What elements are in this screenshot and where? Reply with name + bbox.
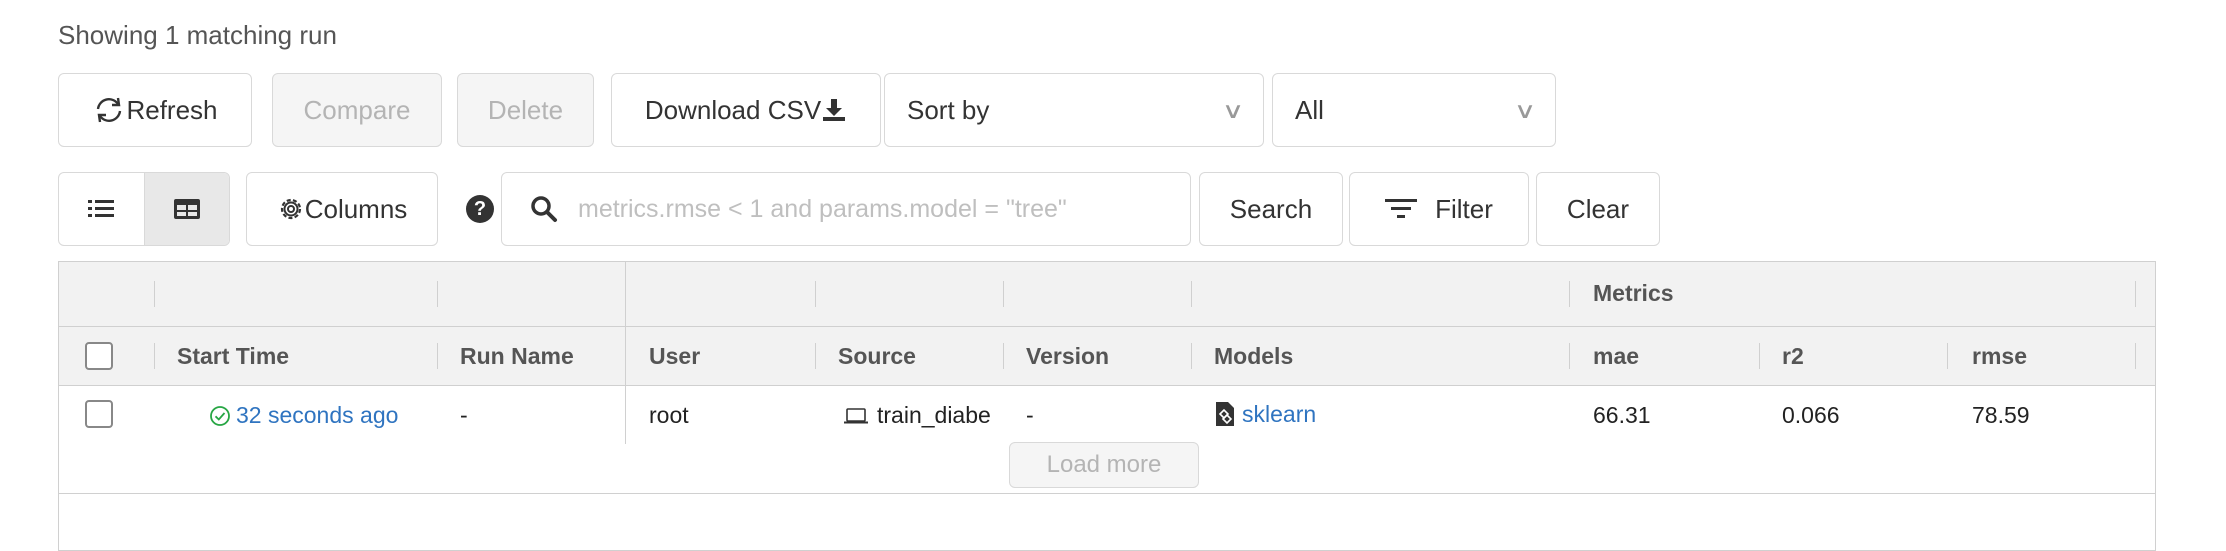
list-view-icon [87, 197, 115, 221]
run-state-select[interactable]: All ∨ [1272, 73, 1556, 147]
filter-label: Filter [1435, 193, 1493, 224]
column-divider [625, 262, 626, 326]
refresh-icon [92, 95, 126, 125]
table-view-button[interactable] [143, 173, 229, 245]
runs-page: Showing 1 matching run Refresh Compare D… [0, 0, 2226, 551]
column-divider [625, 327, 626, 385]
help-icon[interactable]: ? [466, 195, 494, 223]
laptop-icon [843, 406, 869, 426]
column-divider [815, 281, 816, 307]
column-header-start-time[interactable]: Start Time [177, 343, 289, 370]
check-circle-icon [209, 405, 231, 427]
download-icon [821, 97, 847, 123]
list-view-button[interactable] [59, 173, 144, 245]
user-cell: root [649, 402, 689, 428]
search-button[interactable]: Search [1199, 172, 1343, 246]
gear-icon [277, 195, 305, 223]
column-divider [1003, 281, 1004, 307]
run-state-value: All [1295, 94, 1324, 125]
source-name: train_diabe [877, 402, 991, 428]
r2-cell: 0.066 [1782, 402, 1840, 428]
compare-button[interactable]: Compare [272, 73, 442, 147]
rmse-cell: 78.59 [1972, 402, 2030, 428]
column-header-user[interactable]: User [649, 343, 700, 370]
chevron-down-icon: ∨ [1221, 98, 1245, 123]
columns-label: Columns [304, 193, 408, 224]
version-cell: - [1026, 402, 1034, 428]
column-header-models[interactable]: Models [1214, 343, 1293, 370]
start-time-cell: 32 seconds ago [209, 402, 398, 429]
column-divider [1191, 343, 1192, 369]
run-start-time-link[interactable]: 32 seconds ago [236, 402, 398, 429]
sort-by-select[interactable]: Sort by ∨ [884, 73, 1264, 147]
runs-table: Metrics Start Time Run Name User Source … [58, 261, 2156, 551]
column-divider [1569, 281, 1570, 307]
grid-view-icon [173, 197, 201, 221]
column-divider [437, 343, 438, 369]
mae-cell: 66.31 [1593, 402, 1651, 428]
column-divider [437, 281, 438, 307]
table-divider [59, 493, 2155, 494]
matching-runs-count: Showing 1 matching run [58, 20, 337, 50]
column-header-r2[interactable]: r2 [1782, 343, 1804, 370]
column-divider [1569, 343, 1570, 369]
filter-icon [1385, 196, 1418, 222]
delete-button[interactable]: Delete [457, 73, 594, 147]
column-divider [1947, 343, 1948, 369]
models-cell: sklearn [1214, 400, 1316, 428]
search-input[interactable] [576, 193, 1180, 225]
column-divider [1759, 343, 1760, 369]
model-file-icon [1214, 400, 1236, 428]
row-select-checkbox[interactable] [85, 400, 113, 428]
select-all-checkbox[interactable] [85, 342, 113, 370]
refresh-button[interactable]: Refresh [58, 73, 252, 147]
column-group-header-row: Metrics [59, 262, 2155, 327]
column-divider [1191, 281, 1192, 307]
clear-button[interactable]: Clear [1536, 172, 1660, 246]
filter-button[interactable]: Filter [1349, 172, 1529, 246]
column-divider [1003, 343, 1004, 369]
table-row: 32 seconds ago - root train_diabe - skle… [59, 386, 2155, 444]
search-field[interactable] [501, 172, 1191, 246]
view-toggle [58, 172, 230, 246]
source-cell: train_diabe [843, 402, 991, 429]
download-csv-label: Download CSV [644, 94, 822, 125]
column-header-version[interactable]: Version [1026, 343, 1109, 370]
run-name-cell: - [460, 402, 468, 428]
sort-by-value: Sort by [907, 94, 990, 125]
column-header-source[interactable]: Source [838, 343, 916, 370]
columns-button[interactable]: Columns [246, 172, 438, 246]
chevron-down-icon: ∨ [1513, 98, 1537, 123]
column-divider [154, 343, 155, 369]
search-icon [530, 195, 558, 223]
refresh-label: Refresh [126, 94, 218, 125]
column-header-mae[interactable]: mae [1593, 343, 1639, 370]
column-divider [815, 343, 816, 369]
load-more-button[interactable]: Load more [1009, 442, 1199, 488]
column-header-rmse[interactable]: rmse [1972, 343, 2027, 370]
column-header-run-name[interactable]: Run Name [460, 343, 574, 370]
column-divider [2135, 343, 2136, 369]
column-divider [154, 281, 155, 307]
column-header-row: Start Time Run Name User Source Version … [59, 327, 2155, 386]
metrics-group-header: Metrics [1593, 280, 1674, 306]
column-divider [2135, 281, 2136, 307]
download-csv-button[interactable]: Download CSV [611, 73, 881, 147]
column-divider [625, 386, 626, 444]
model-link[interactable]: sklearn [1242, 401, 1316, 428]
